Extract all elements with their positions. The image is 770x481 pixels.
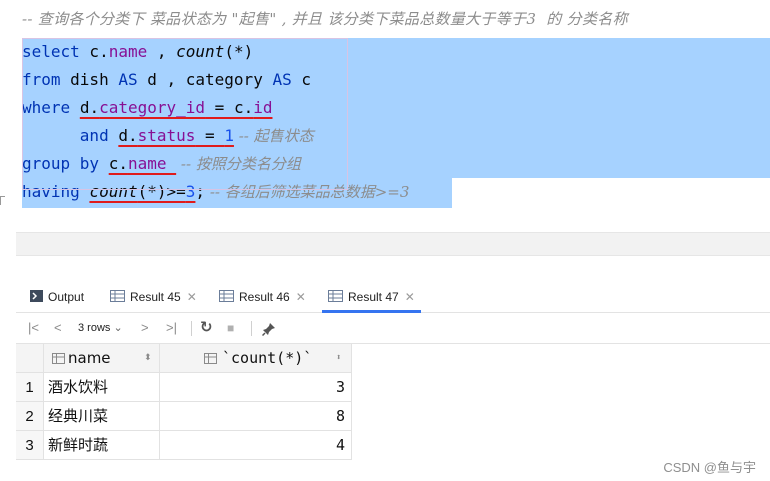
result-tabs: Output Result 45 ✕ Result 46 ✕ Result 47 ✕ [16,282,770,313]
row-number-header [16,344,44,373]
grid-icon [110,283,125,313]
stop-icon[interactable]: ■ [227,313,234,343]
cell-name[interactable]: 酒水饮料 [44,373,160,402]
cell-count[interactable]: 4 [160,431,352,460]
sort-icon[interactable]: ⬍ [144,344,152,373]
code-line-1[interactable]: select c.name , count(*) [22,38,253,66]
cell-count[interactable]: 8 [160,402,352,431]
close-icon[interactable]: ✕ [296,290,306,304]
first-page-button[interactable]: |< [28,313,39,343]
code-line-2[interactable]: from dish AS d , category AS c [22,66,311,94]
result-toolbar: |< < 3 rows ⌄ > >| ↻ ■ [16,313,770,344]
close-icon[interactable]: ✕ [405,290,415,304]
code-line-4[interactable]: and d.status = 1 -- 起售状态 [22,122,314,150]
row-number: 2 [16,402,44,431]
tab-result-47[interactable]: Result 47 ✕ [322,282,421,313]
column-icon [52,353,65,364]
fold-marker-icon[interactable] [0,196,5,205]
column-header-count[interactable]: `count(*)` ⬍ [160,344,352,373]
next-page-button[interactable]: > [141,313,149,343]
cell-name[interactable]: 新鲜时蔬 [44,431,160,460]
cell-name[interactable]: 经典川菜 [44,402,160,431]
sql-editor[interactable]: -- 查询各个分类下 菜品状态为 "起售" , 并且 该分类下菜品总数量大于等于… [0,0,770,230]
status-condition-underline: d.status = 1 [118,126,234,145]
column-header-name[interactable]: name ⬍ [44,344,160,373]
cell-count[interactable]: 3 [160,373,352,402]
tab-output[interactable]: Output [30,282,84,312]
console-icon [30,283,43,313]
table-header: name ⬍ `count(*)` ⬍ [16,344,352,373]
row-number: 3 [16,431,44,460]
watermark: CSDN @鱼与宇 [663,460,756,475]
code-line-3[interactable]: where d.category_id = c.id [22,94,272,122]
grid-icon [328,283,343,313]
rows-count-dropdown[interactable]: 3 rows ⌄ [78,313,123,343]
sort-icon[interactable]: ⬍ [336,344,341,373]
code-line-6[interactable]: having count(*)>=3; -- 各组后筛选菜品总数据>=3 [22,178,409,206]
having-condition-underline: count(*)>=3 [89,182,196,201]
row-number: 1 [16,373,44,402]
table-row[interactable]: 2 经典川菜 8 [16,402,352,431]
table-row[interactable]: 1 酒水饮料 3 [16,373,352,402]
tab-result-46[interactable]: Result 46 ✕ [219,282,306,312]
close-icon[interactable]: ✕ [187,290,197,304]
join-condition-underline: d.category_id = c.id [79,98,273,117]
pin-icon[interactable] [261,313,276,343]
refresh-icon[interactable]: ↻ [200,313,213,343]
code-line-5[interactable]: group by c.name -- 按照分类名分组 [22,150,301,178]
toolbar-separator [251,321,252,336]
table-row[interactable]: 3 新鲜时蔬 4 [16,431,352,460]
grid-icon [219,283,234,313]
column-icon [204,353,217,364]
group-field-underline: c.name [108,154,167,173]
prev-page-button[interactable]: < [54,313,62,343]
last-page-button[interactable]: >| [166,313,177,343]
tab-result-45[interactable]: Result 45 ✕ [110,282,197,312]
toolbar-separator [191,321,192,336]
chevron-down-icon: ⌄ [113,322,123,334]
editor-horizontal-scrollbar[interactable] [16,232,770,256]
sql-comment: -- 查询各个分类下 菜品状态为 "起售" , 并且 该分类下菜品总数量大于等于… [22,10,628,28]
